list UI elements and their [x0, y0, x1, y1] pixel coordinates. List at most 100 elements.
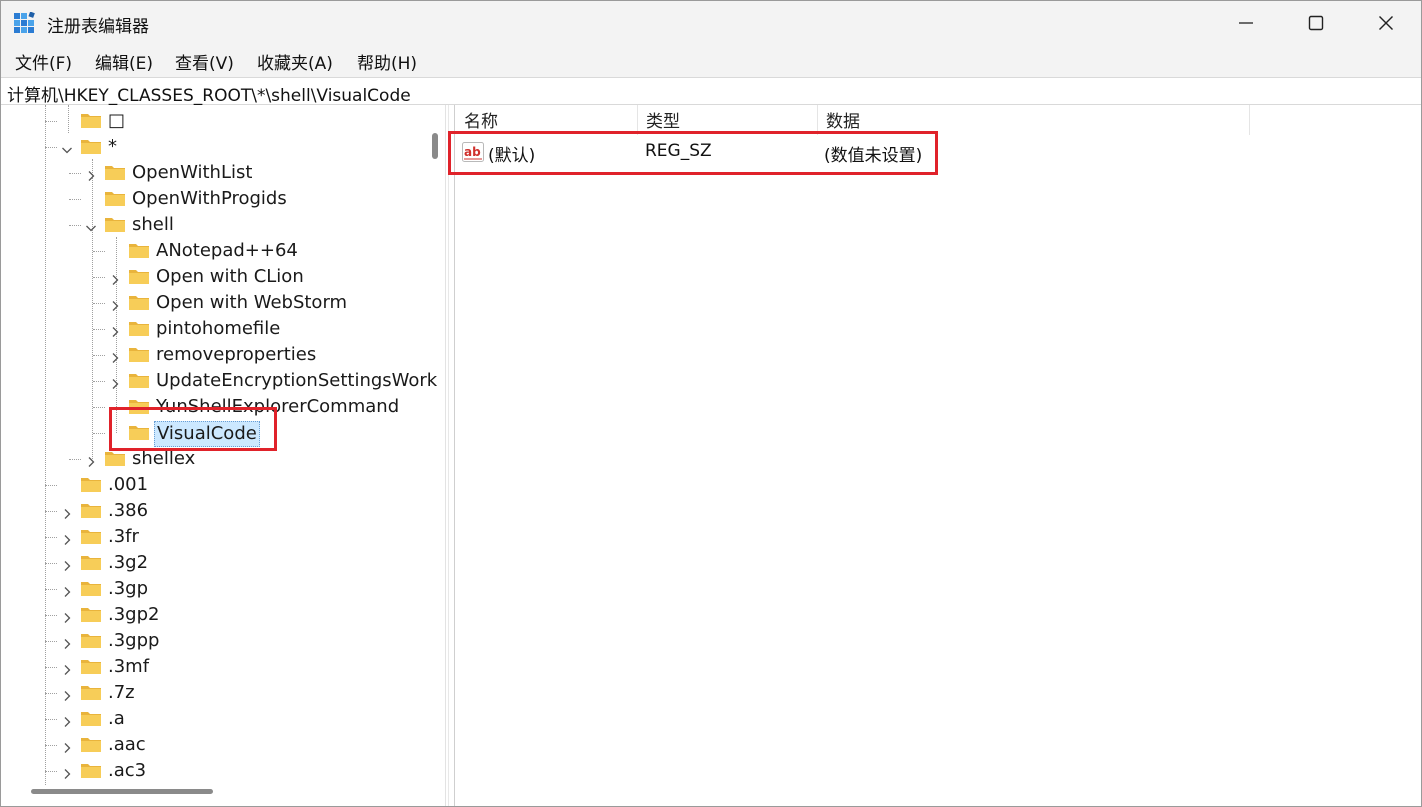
- tree-item[interactable]: .a: [1, 706, 431, 732]
- tree-connector: [93, 433, 105, 434]
- chevron-right-icon[interactable]: [85, 167, 97, 181]
- title-bar[interactable]: 注册表编辑器: [1, 1, 1421, 45]
- chevron-right-icon[interactable]: [109, 271, 121, 285]
- tree-connector: [69, 459, 81, 460]
- chevron-down-icon[interactable]: [61, 141, 73, 154]
- chevron-right-icon[interactable]: [61, 609, 73, 623]
- tree-item-label: □: [108, 110, 126, 131]
- chevron-right-icon[interactable]: [61, 661, 73, 675]
- folder-icon: [80, 579, 102, 597]
- tree-connector: [45, 537, 57, 538]
- tree-item[interactable]: .7z: [1, 680, 431, 706]
- menu-help[interactable]: 帮助(H): [355, 49, 419, 74]
- chevron-right-icon[interactable]: [85, 453, 97, 467]
- folder-icon: [104, 215, 126, 233]
- chevron-right-icon[interactable]: [61, 635, 73, 649]
- tree-connector: [45, 745, 57, 746]
- tree-item[interactable]: OpenWithList: [1, 160, 431, 186]
- chevron-right-icon[interactable]: [109, 375, 121, 389]
- tree-item-label: .aac: [108, 734, 146, 755]
- chevron-right-icon[interactable]: [61, 765, 73, 779]
- folder-icon: [80, 527, 102, 545]
- tree-item[interactable]: Open with WebStorm: [1, 290, 431, 316]
- folder-icon: [80, 111, 102, 129]
- chevron-right-icon[interactable]: [61, 583, 73, 597]
- folder-icon: [128, 267, 150, 285]
- tree-item[interactable]: UpdateEncryptionSettingsWork: [1, 368, 437, 394]
- tree-horizontal-scrollbar[interactable]: [31, 789, 213, 794]
- chevron-right-icon[interactable]: [109, 323, 121, 337]
- tree-item[interactable]: ANotepad++64: [1, 238, 431, 264]
- tree-connector: [45, 771, 57, 772]
- address-path[interactable]: 计算机\HKEY_CLASSES_ROOT\*\shell\VisualCode: [7, 81, 411, 106]
- tree-item[interactable]: OpenWithProgids: [1, 186, 431, 212]
- tree-connector: [93, 381, 105, 382]
- folder-icon: [80, 475, 102, 493]
- folder-icon: [80, 631, 102, 649]
- tree-connector: [45, 719, 57, 720]
- folder-icon: [128, 319, 150, 337]
- tree-item[interactable]: .3fr: [1, 524, 431, 550]
- folder-icon: [104, 449, 126, 467]
- folder-icon: [80, 553, 102, 571]
- tree-item[interactable]: .3g2: [1, 550, 431, 576]
- folder-icon: [104, 189, 126, 207]
- tree-item[interactable]: .ac3: [1, 758, 431, 784]
- folder-icon: [80, 735, 102, 753]
- minimize-button[interactable]: [1211, 1, 1281, 45]
- tree-connector: [93, 355, 105, 356]
- tree-item-label: pintohomefile: [156, 318, 281, 339]
- tree-item[interactable]: .3gp: [1, 576, 431, 602]
- maximize-button[interactable]: [1281, 1, 1351, 45]
- tree-item[interactable]: *: [1, 134, 431, 160]
- tree-connector: [93, 303, 105, 304]
- tree-item[interactable]: shell: [1, 212, 431, 238]
- tree-connector: [45, 563, 57, 564]
- tree-item[interactable]: removeproperties: [1, 342, 431, 368]
- folder-icon: [80, 501, 102, 519]
- chevron-right-icon[interactable]: [61, 713, 73, 727]
- chevron-right-icon[interactable]: [61, 531, 73, 545]
- tree-connector: [45, 641, 57, 642]
- tree-item-label: Open with CLion: [156, 266, 304, 287]
- tree-item-label: .386: [108, 500, 149, 521]
- chevron-right-icon[interactable]: [109, 349, 121, 363]
- tree-connector: [69, 199, 81, 200]
- value-list[interactable]: 名称 类型 数据 ab (默认) REG_SZ (数值未设置): [448, 105, 1421, 806]
- chevron-right-icon[interactable]: [61, 505, 73, 519]
- address-bar[interactable]: 计算机\HKEY_CLASSES_ROOT\*\shell\VisualCode: [1, 77, 1421, 106]
- tree-item[interactable]: pintohomefile: [1, 316, 431, 342]
- key-tree[interactable]: □ * OpenWithList OpenWithProgids shell ANotep…: [1, 105, 445, 806]
- tree-item[interactable]: Open with CLion: [1, 264, 431, 290]
- tree-item-label: .3g2: [108, 552, 149, 573]
- menu-file[interactable]: 文件(F): [13, 49, 74, 74]
- chevron-down-icon[interactable]: [85, 219, 97, 232]
- close-icon: [1379, 16, 1393, 30]
- tree-item[interactable]: .3gpp: [1, 628, 431, 654]
- tree-vertical-scrollbar[interactable]: [432, 133, 438, 159]
- chevron-right-icon[interactable]: [109, 297, 121, 311]
- pane-splitter[interactable]: [445, 105, 455, 806]
- menu-favorites[interactable]: 收藏夹(A): [255, 49, 335, 74]
- tree-item-label: .3mf: [108, 656, 150, 677]
- close-button[interactable]: [1351, 1, 1421, 45]
- tree-item-label: .ac3: [108, 760, 147, 781]
- chevron-right-icon[interactable]: [61, 557, 73, 571]
- maximize-icon: [1308, 15, 1324, 31]
- menu-view[interactable]: 查看(V): [173, 49, 236, 74]
- menu-edit[interactable]: 编辑(E): [93, 49, 155, 74]
- tree-connector: [93, 407, 105, 408]
- tree-item[interactable]: .3gp2: [1, 602, 431, 628]
- chevron-right-icon[interactable]: [61, 687, 73, 701]
- chevron-right-icon[interactable]: [61, 739, 73, 753]
- tree-item[interactable]: □: [1, 108, 431, 134]
- tree-item[interactable]: .001: [1, 472, 431, 498]
- tree-item[interactable]: .aac: [1, 732, 431, 758]
- tree-item-label: UpdateEncryptionSettingsWork: [156, 370, 438, 391]
- folder-icon: [80, 657, 102, 675]
- minimize-icon: [1239, 22, 1253, 24]
- tree-item[interactable]: .3mf: [1, 654, 431, 680]
- folder-icon: [80, 709, 102, 727]
- tree-item[interactable]: .386: [1, 498, 431, 524]
- tree-item-label: .3gp: [108, 578, 149, 599]
